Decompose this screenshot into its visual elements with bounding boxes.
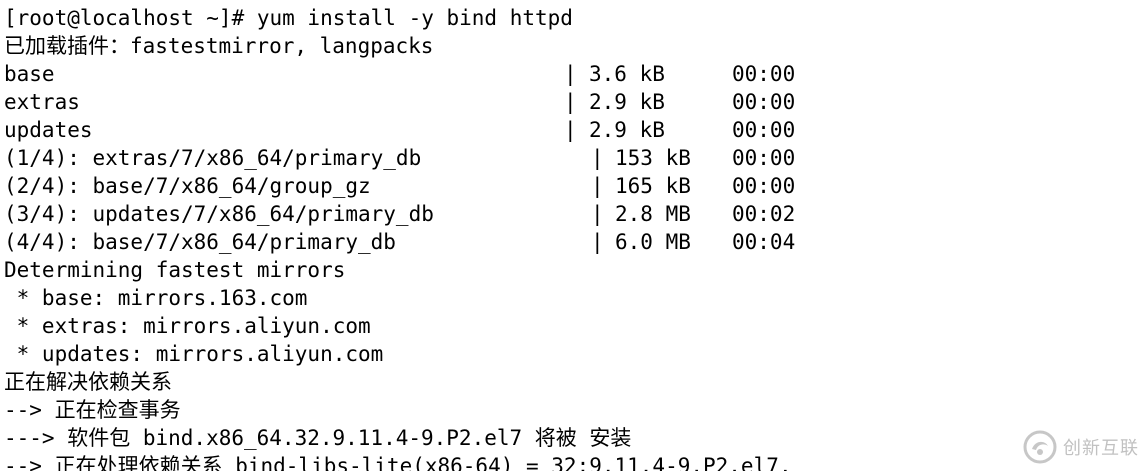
download-name: (2/4): base/7/x86_64/group_gz [4,174,371,198]
download-size: 6.0 MB [615,230,691,254]
watermark-text: 创新互联 [1063,438,1139,459]
terminal-line-dependency: --> 正在处理依赖关系 bind-libs-lite(x86-64) = 32… [4,454,792,471]
download-time: 00:04 [732,230,796,254]
download-name: (3/4): updates/7/x86_64/primary_db [4,202,434,226]
repo-separator: | [564,118,577,142]
download-name: (4/4): base/7/x86_64/primary_db [4,230,396,254]
repo-size: 2.9 kB [589,90,665,114]
download-time: 00:02 [732,202,796,226]
download-row: (2/4): base/7/x86_64/group_gz | 165 kB 0… [4,172,824,200]
repo-separator: | [564,62,577,86]
download-size: 165 kB [615,174,691,198]
repo-row: base | 3.6 kB 00:00 [4,60,824,88]
repo-time: 00:00 [732,118,796,142]
download-time: 00:00 [732,146,796,170]
download-name: (1/4): extras/7/x86_64/primary_db [4,146,422,170]
terminal-window[interactable]: [root@localhost ~]# yum install -y bind … [0,0,1143,471]
terminal-line-mirrors-heading: Determining fastest mirrors [4,258,346,282]
terminal-line-resolving: 正在解决依赖关系 [4,370,172,394]
terminal-line-mirror-base: * base: mirrors.163.com [4,286,308,310]
terminal-line-mirror-extras: * extras: mirrors.aliyun.com [4,314,371,338]
repo-name: updates [4,118,93,142]
terminal-line-plugins: 已加载插件：fastestmirror, langpacks [4,34,434,58]
terminal-line-mirror-updates: * updates: mirrors.aliyun.com [4,342,384,366]
repo-size: 3.6 kB [589,62,665,86]
repo-name: extras [4,90,80,114]
repo-time: 00:00 [732,90,796,114]
download-row: (4/4): base/7/x86_64/primary_db | 6.0 MB… [4,228,824,256]
repo-name: base [4,62,55,86]
download-row: (3/4): updates/7/x86_64/primary_db | 2.8… [4,200,824,228]
download-separator: | [591,174,604,198]
terminal-line-checking: --> 正在检查事务 [4,398,181,422]
download-size: 153 kB [615,146,691,170]
repo-time: 00:00 [732,62,796,86]
download-time: 00:00 [732,174,796,198]
repo-size: 2.9 kB [589,118,665,142]
download-size: 2.8 MB [615,202,691,226]
repo-separator: | [564,90,577,114]
download-separator: | [591,202,604,226]
repo-row: updates | 2.9 kB 00:00 [4,116,824,144]
swirl-logo-icon [1023,430,1057,464]
terminal-line-package: ---> 软件包 bind.x86_64.32.9.11.4-9.P2.el7 … [4,426,632,450]
download-separator: | [591,230,604,254]
watermark: 创新互联 [1023,427,1139,467]
download-separator: | [591,146,604,170]
download-row: (1/4): extras/7/x86_64/primary_db | 153 … [4,144,824,172]
repo-row: extras | 2.9 kB 00:00 [4,88,824,116]
terminal-line-command: [root@localhost ~]# yum install -y bind … [4,6,573,30]
